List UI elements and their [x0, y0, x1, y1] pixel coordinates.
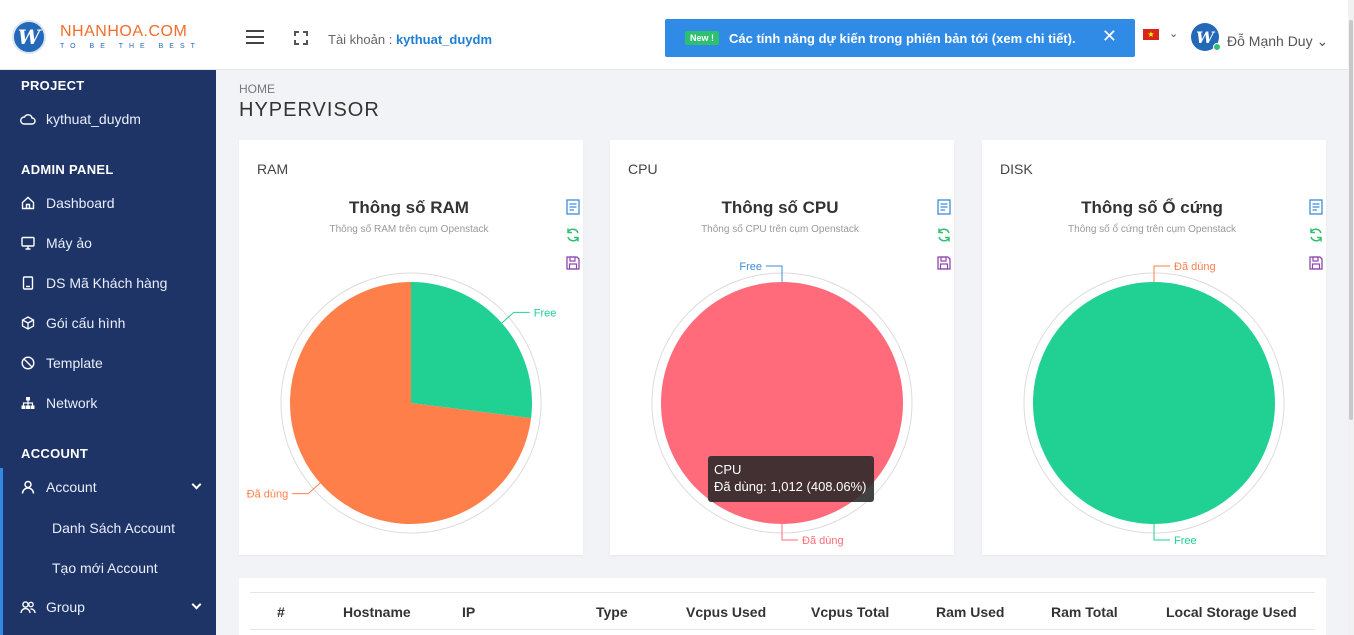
data-view-icon[interactable]	[936, 199, 952, 215]
pie-label-free: Free	[1174, 535, 1197, 547]
sidebar-item-label: DS Mã Khách hàng	[46, 275, 168, 291]
release-notice[interactable]: New ! Các tính năng dự kiến trong phiên …	[665, 19, 1135, 57]
tooltip-text: Đã dùng: 1,012 (408.06%)	[714, 479, 867, 494]
home-icon	[20, 195, 36, 211]
pie-slice-free[interactable]	[1033, 282, 1275, 524]
brand-name: NHANHOA.COM	[60, 23, 188, 40]
sidebar-item-packages[interactable]: Gói cấu hình	[0, 303, 216, 343]
avatar-letter: W	[1196, 27, 1214, 47]
chart-tooltip: CPU Đã dùng: 1,012 (408.06%)	[708, 456, 874, 502]
sidebar-item-dashboard[interactable]: Dashboard	[0, 183, 216, 223]
logo-text: NHANHOA.COM TO BE THE BEST	[60, 23, 201, 51]
save-icon[interactable]	[1308, 255, 1324, 271]
pie-label-free: Free	[534, 307, 557, 319]
avatar[interactable]: W	[1191, 23, 1221, 51]
sidebar-item-customers[interactable]: DS Mã Khách hàng	[0, 263, 216, 303]
sidebar-item-label: Group	[46, 599, 85, 615]
chevron-down-icon	[191, 479, 202, 490]
vietnam-flag-icon[interactable]: ★	[1143, 29, 1159, 40]
logo-badge: W	[12, 20, 46, 54]
account-name[interactable]: kythuat_duydm	[396, 32, 492, 47]
col-ram-used[interactable]: Ram Used	[936, 604, 1004, 620]
sidebar-item-label: Dashboard	[46, 195, 115, 211]
hypervisor-table: # Hostname IP Type Vcpus Used Vcpus Tota…	[239, 578, 1326, 635]
chevron-down-icon[interactable]: ⌄	[1169, 27, 1178, 40]
save-icon[interactable]	[565, 255, 581, 271]
new-badge: New !	[685, 31, 720, 45]
ram-pie-chart[interactable]: Free Đã dùng	[239, 140, 583, 555]
account-info: Tài khoản : kythuat_duydm	[328, 32, 492, 47]
chart-toolbox	[1308, 199, 1324, 283]
page-title: HYPERVISOR	[239, 99, 380, 121]
network-icon	[20, 395, 36, 411]
sidebar-item-label: Account	[46, 479, 97, 495]
sidebar-item-label: kythuat_duydm	[46, 111, 141, 127]
refresh-icon[interactable]	[936, 227, 952, 243]
table-header: # Hostname IP Type Vcpus Used Vcpus Tota…	[250, 592, 1315, 630]
fullscreen-icon[interactable]	[294, 31, 308, 45]
flag-star: ★	[1147, 29, 1155, 39]
refresh-icon[interactable]	[1308, 227, 1324, 243]
users-icon	[20, 599, 36, 615]
chevron-down-icon	[191, 599, 202, 610]
top-header: W NHANHOA.COM TO BE THE BEST Tài khoản :…	[0, 0, 1354, 70]
user-icon	[20, 479, 36, 495]
col-type[interactable]: Type	[596, 604, 628, 620]
notice-text[interactable]: Các tính năng dự kiến trong phiên bản tớ…	[729, 31, 1076, 46]
sidebar-item-account[interactable]: Account	[0, 467, 216, 507]
pie-slice-free[interactable]	[411, 282, 532, 419]
sidebar-item-label: Network	[46, 395, 98, 411]
section-project: PROJECT	[21, 78, 85, 93]
pie-label-da-dung: Đã dùng	[1174, 261, 1216, 273]
chart-toolbox	[565, 199, 581, 283]
chart-toolbox	[936, 199, 952, 283]
template-icon	[20, 355, 36, 371]
disk-card: DISK Thông số Ổ cứng Thông số ổ cứng trê…	[982, 140, 1326, 555]
col-index[interactable]: #	[277, 604, 285, 620]
refresh-icon[interactable]	[565, 227, 581, 243]
sidebar-subitem-create-account[interactable]: Tạo mới Account	[52, 560, 158, 576]
brand-slogan: TO BE THE BEST	[60, 43, 201, 50]
sidebar-item-network[interactable]: Network	[0, 383, 216, 423]
monitor-icon	[20, 235, 36, 251]
clipboard-icon	[20, 275, 36, 291]
pie-label-free: Free	[739, 261, 762, 273]
sidebar-item-template[interactable]: Template	[0, 343, 216, 383]
sidebar-item-label: Máy ảo	[46, 235, 92, 251]
online-status-dot	[1213, 43, 1221, 51]
sidebar-item-label: Gói cấu hình	[46, 315, 126, 331]
sidebar-item-project[interactable]: kythuat_duydm	[0, 99, 216, 139]
data-view-icon[interactable]	[1308, 199, 1324, 215]
pie-label-da-dung: Đã dùng	[802, 535, 844, 547]
col-vcpus-total[interactable]: Vcpus Total	[811, 604, 889, 620]
pie-label-da-dung: Đã dùng	[247, 489, 289, 501]
account-prefix: Tài khoản :	[328, 32, 393, 47]
package-icon	[20, 315, 36, 331]
breadcrumb[interactable]: HOME	[239, 82, 275, 96]
sidebar-item-vm[interactable]: Máy ảo	[0, 223, 216, 263]
user-menu[interactable]: Đỗ Mạnh Duy ⌄	[1227, 33, 1328, 50]
brand-logo[interactable]: W NHANHOA.COM TO BE THE BEST	[12, 20, 201, 54]
section-admin-panel: ADMIN PANEL	[21, 162, 114, 177]
menu-toggle-icon[interactable]	[246, 30, 264, 44]
col-hostname[interactable]: Hostname	[343, 604, 411, 620]
scrollbar-thumb[interactable]	[1349, 20, 1353, 420]
close-icon[interactable]: ✕	[1102, 26, 1117, 47]
col-ip[interactable]: IP	[462, 604, 475, 620]
sidebar-subitem-account-list[interactable]: Danh Sách Account	[52, 520, 175, 536]
col-vcpus-used[interactable]: Vcpus Used	[686, 604, 766, 620]
data-view-icon[interactable]	[565, 199, 581, 215]
col-ram-total[interactable]: Ram Total	[1051, 604, 1118, 620]
save-icon[interactable]	[936, 255, 952, 271]
sidebar-item-group[interactable]: Group	[0, 587, 216, 627]
section-account: ACCOUNT	[21, 446, 89, 461]
tooltip-title: CPU	[714, 462, 742, 477]
sidebar: PROJECT kythuat_duydm ADMIN PANEL Dashbo…	[0, 70, 216, 635]
ram-card: RAM Thông số RAM Thông số RAM trên cụm O…	[239, 140, 583, 555]
sidebar-item-label: Template	[46, 355, 103, 371]
cloud-icon	[20, 111, 36, 127]
col-local-storage-used[interactable]: Local Storage Used	[1166, 604, 1297, 620]
disk-pie-chart[interactable]: Đã dùng Free	[982, 140, 1326, 555]
